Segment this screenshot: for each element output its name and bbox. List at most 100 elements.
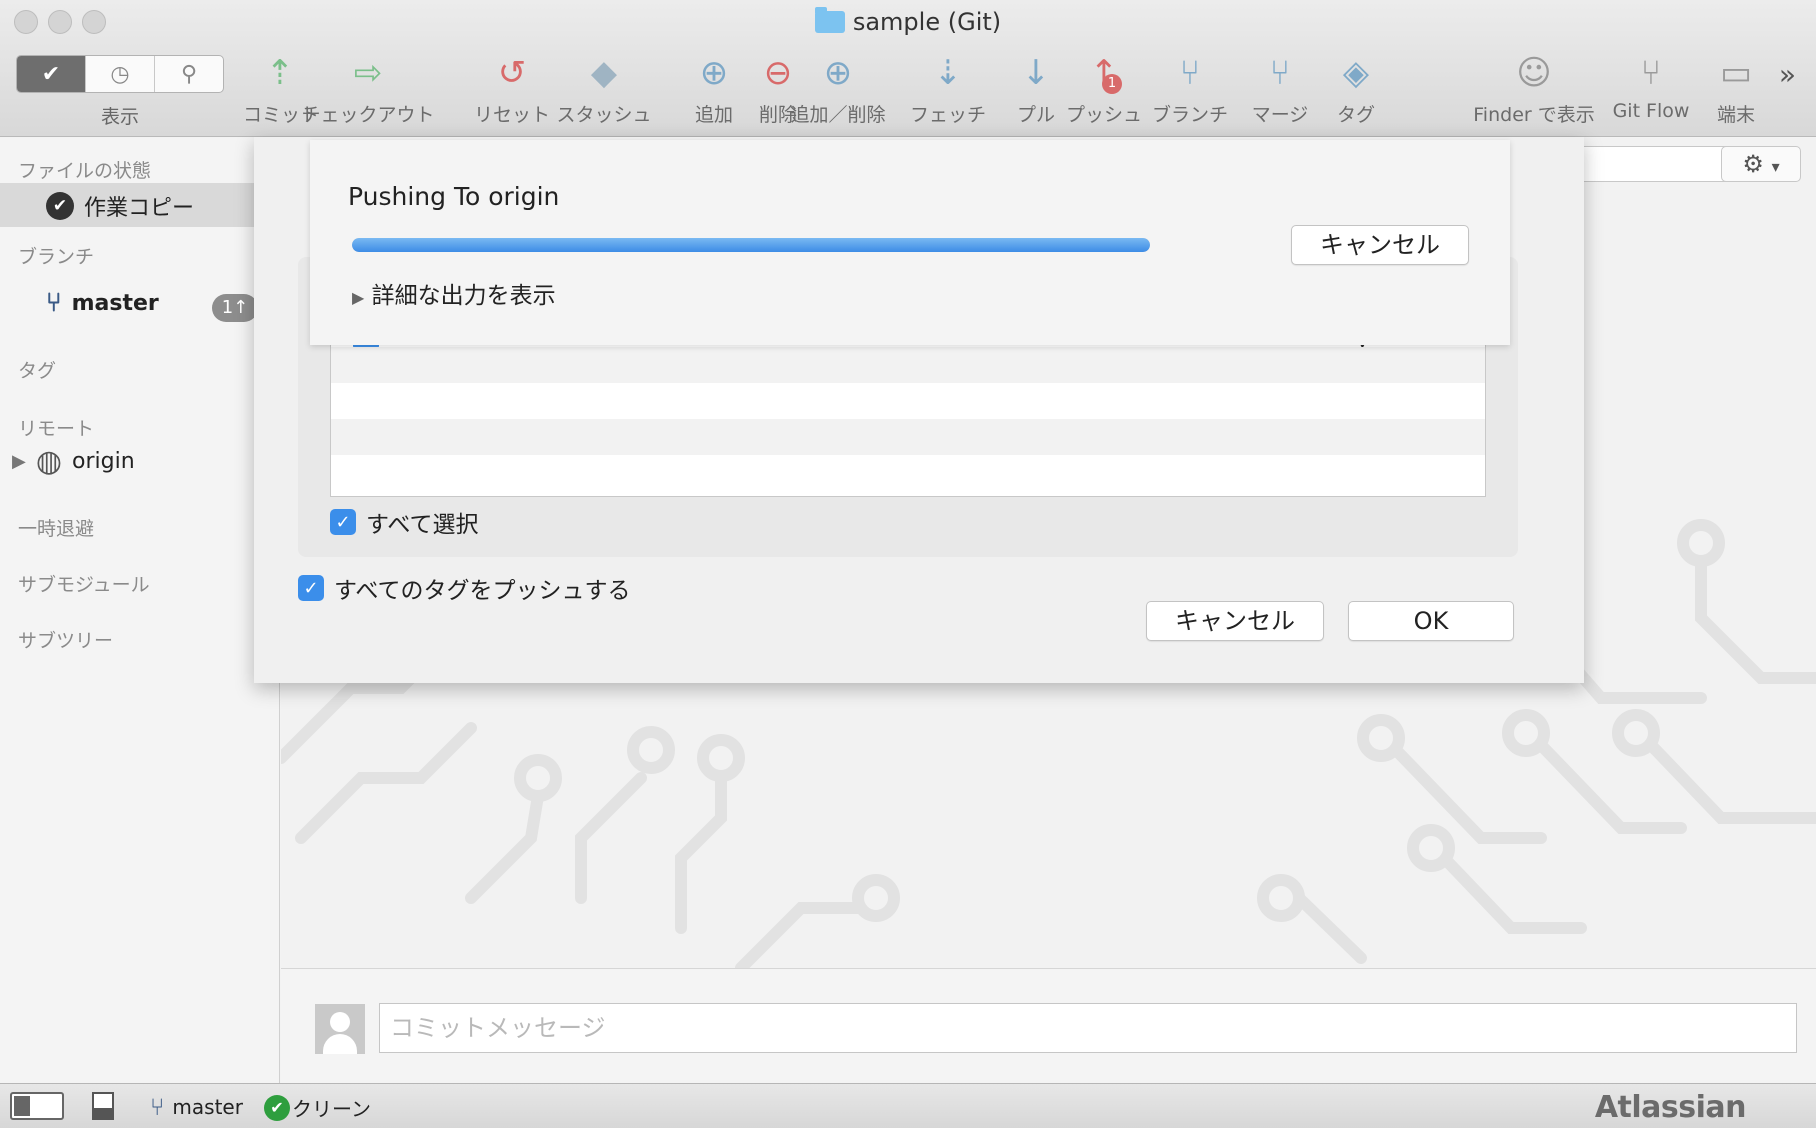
view-label: 表示 bbox=[100, 106, 139, 128]
status-bar: ⑂ master ✔ クリーン Atlassian bbox=[0, 1083, 1816, 1128]
settings-menu-button[interactable]: ⚙ ▾ bbox=[1721, 146, 1801, 182]
reset-icon: ↺ bbox=[497, 53, 527, 93]
folder-icon bbox=[814, 7, 845, 33]
push-progress-bar-fill bbox=[352, 238, 1150, 252]
disclosure-triangle-icon[interactable]: ▶ bbox=[12, 451, 26, 472]
toolbar-label: フェッチ bbox=[909, 104, 986, 126]
toolbar-label: 追加 bbox=[694, 104, 733, 126]
sidebar-item-remote-origin[interactable]: ▶ ◍ origin bbox=[12, 444, 135, 479]
table-row bbox=[331, 419, 1485, 455]
toolbar-add-button[interactable]: ⊕ 追加 bbox=[690, 50, 738, 127]
push-count-badge: 1 bbox=[1102, 74, 1122, 94]
clean-check-icon: ✔ bbox=[264, 1094, 290, 1121]
sidebar-item-working-copy-content[interactable]: ✔ 作業コピー bbox=[46, 190, 194, 222]
status-clean: ✔ クリーン bbox=[264, 1093, 371, 1122]
window-title-text: sample (Git) bbox=[852, 8, 1002, 36]
branch-table: ✓ master master ▼ bbox=[330, 332, 1486, 497]
checkout-icon: ⇨ bbox=[353, 53, 383, 93]
window-titlebar: sample (Git) ✔ ◷ ⚲ 表示 ⇡ コミット ⇨ チェックアウト ↺ リセット… bbox=[0, 0, 1816, 137]
gear-icon: ⚙ bbox=[1742, 150, 1764, 178]
toolbar-reset-button[interactable]: ↺ リセット bbox=[469, 50, 555, 127]
terminal-icon: ▭ bbox=[1719, 53, 1753, 93]
branch-icon: ⑂ bbox=[46, 288, 62, 318]
sidebar-section-file-status: ファイルの状態 bbox=[18, 160, 152, 182]
ahead-count-badge: 1↑ bbox=[212, 294, 258, 322]
stash-icon: ◆ bbox=[590, 53, 618, 93]
toolbar-fetch-button[interactable]: ⇣ フェッチ bbox=[904, 50, 992, 127]
toolbar-overflow-icon[interactable]: » bbox=[1779, 58, 1796, 91]
status-clean-label: クリーン bbox=[292, 1097, 371, 1121]
status-branch-label: master bbox=[172, 1095, 243, 1119]
atlassian-logo: Atlassian bbox=[1594, 1090, 1747, 1125]
terminal-button[interactable]: ▭ 端末 bbox=[1706, 50, 1766, 127]
merge-icon: ⑂ bbox=[1269, 53, 1291, 93]
branch-icon: ⑂ bbox=[150, 1093, 165, 1121]
toolbar-label: 追加／削除 bbox=[790, 104, 886, 126]
working-copy-view-icon[interactable]: ✔ bbox=[17, 56, 86, 92]
select-all-checkbox[interactable]: ✓ すべて選択 bbox=[330, 505, 478, 539]
toolbar-merge-button[interactable]: ⑂ マージ bbox=[1244, 50, 1316, 127]
sidebar-item-working-copy-label: 作業コピー bbox=[84, 196, 195, 221]
toolbar-tag-button[interactable]: ◈ タグ bbox=[1332, 50, 1380, 127]
table-row bbox=[331, 383, 1485, 419]
checkbox-checked-icon: ✓ bbox=[298, 575, 324, 601]
view-segmented-control[interactable]: ✔ ◷ ⚲ bbox=[16, 55, 224, 93]
sidebar-section-submodules: サブモジュール bbox=[18, 574, 150, 596]
user-avatar bbox=[315, 1004, 365, 1054]
toolbar-add-remove-button[interactable]: ⊕ 追加／削除 bbox=[779, 50, 897, 127]
show-details-label: 詳細な出力を表示 bbox=[371, 283, 556, 309]
git-flow-icon: ⑂ bbox=[1640, 53, 1662, 93]
git-flow-button[interactable]: ⑂ Git Flow bbox=[1606, 50, 1696, 122]
sidebar-branch-label: master bbox=[71, 290, 159, 316]
toolbar-label: マージ bbox=[1251, 104, 1309, 126]
window-title: sample (Git) bbox=[0, 7, 1816, 36]
toolbar-label: タグ bbox=[1336, 104, 1375, 126]
status-branch: ⑂ master bbox=[150, 1093, 243, 1121]
sidebar-item-branch-master[interactable]: ⑂ master bbox=[46, 288, 159, 318]
toolbar-label: リセット bbox=[473, 104, 550, 126]
progress-title: Pushing To origin bbox=[348, 182, 560, 211]
show-details-disclosure[interactable]: ▶ 詳細な出力を表示 bbox=[352, 276, 556, 310]
push-all-tags-checkbox[interactable]: ✓ すべてのタグをプッシュする bbox=[298, 571, 630, 605]
toolbar-checkout-button[interactable]: ⇨ チェックアウト bbox=[300, 50, 436, 127]
sidebar-section-tags: タグ bbox=[18, 360, 57, 382]
table-row bbox=[331, 347, 1485, 383]
globe-icon: ◍ bbox=[35, 444, 63, 479]
disclosure-triangle-icon: ▶ bbox=[352, 288, 365, 307]
toolbar-label: プッシュ bbox=[1065, 104, 1142, 126]
toolbar-label: スタッシュ bbox=[556, 104, 652, 126]
branch-icon: ⑂ bbox=[1179, 53, 1201, 93]
history-view-icon[interactable]: ◷ bbox=[86, 56, 155, 92]
tag-icon: ◈ bbox=[1342, 53, 1370, 93]
push-all-tags-label: すべてのタグをプッシュする bbox=[334, 578, 631, 604]
sidebar-remote-label: origin bbox=[72, 449, 135, 474]
commit-message-input[interactable] bbox=[379, 1003, 1797, 1053]
add-remove-icon: ⊕ bbox=[823, 53, 853, 93]
fetch-icon: ⇣ bbox=[933, 53, 963, 93]
toolbar-label: チェックアウト bbox=[301, 104, 435, 126]
push-progress-panel: Pushing To origin キャンセル ▶ 詳細な出力を表示 bbox=[310, 140, 1510, 345]
table-row bbox=[331, 455, 1485, 491]
toolbar-label: ブランチ bbox=[1151, 104, 1228, 126]
checkbox-checked-icon: ✓ bbox=[330, 509, 356, 535]
toolbar-branch-button[interactable]: ⑂ ブランチ bbox=[1149, 50, 1231, 127]
chevron-down-icon: ▾ bbox=[1771, 157, 1780, 176]
toolbar-stash-button[interactable]: ◆ スタッシュ bbox=[553, 50, 655, 127]
search-view-icon[interactable]: ⚲ bbox=[155, 56, 223, 92]
toolbar-push-button[interactable]: ↑ 1 プッシュ bbox=[1062, 50, 1146, 127]
sidebar-section-subtrees: サブツリー bbox=[18, 630, 114, 652]
finder-icon: ☺ bbox=[1516, 53, 1552, 93]
sidebar: ファイルの状態 ✔ 作業コピー ブランチ ⑂ master 1↑ タグ リモート… bbox=[0, 138, 280, 1083]
checkmark-icon: ✔ bbox=[46, 192, 74, 220]
dialog-cancel-button[interactable]: キャンセル bbox=[1146, 601, 1324, 641]
pull-icon: ↓ bbox=[1021, 53, 1051, 93]
select-all-label: すべて選択 bbox=[366, 512, 479, 538]
toggle-panel-icon[interactable] bbox=[92, 1092, 114, 1120]
sidebar-section-stashes: 一時退避 bbox=[18, 518, 95, 540]
sidebar-section-remotes: リモート bbox=[18, 418, 95, 440]
ok-button[interactable]: OK bbox=[1348, 601, 1514, 641]
toggle-sidebar-icon[interactable] bbox=[10, 1092, 64, 1120]
toolbar-pull-button[interactable]: ↓ プル bbox=[1012, 50, 1060, 127]
progress-cancel-button[interactable]: キャンセル bbox=[1291, 225, 1469, 265]
finder-button[interactable]: ☺ Finder で表示 bbox=[1470, 50, 1598, 127]
